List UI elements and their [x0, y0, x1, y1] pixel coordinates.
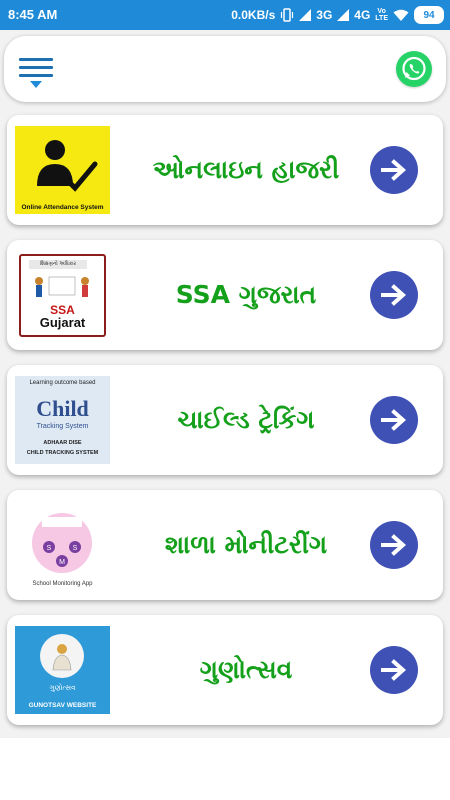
ssa-gujarat-thumbnail: શિક્ષણનો અધિકાર SSA Gujarat	[15, 251, 110, 339]
item-title: SSA ગુજરાત	[175, 280, 317, 309]
thumbnail-caption-2: GUNOTSAV WEBSITE	[28, 702, 97, 709]
list-item-school-monitoring[interactable]: S S M School Monitoring App શાળા મોનીટરી…	[7, 490, 443, 600]
thumbnail-caption-1: ગુણોત્સવ	[49, 684, 76, 692]
vibrate-icon	[281, 8, 294, 22]
signal-icon	[299, 9, 312, 21]
bottom-blank-area	[0, 738, 450, 800]
volte-label: Vo	[377, 8, 386, 15]
item-title: શાળા મોનીટરીંગ	[164, 530, 328, 559]
whatsapp-icon[interactable]	[396, 51, 432, 87]
list-item-gunotsav[interactable]: ગુણોત્સવ GUNOTSAV WEBSITE ગુણોત્સવ	[7, 615, 443, 725]
lte-label: LTE	[375, 15, 388, 22]
gunotsav-thumbnail: ગુણોત્સવ GUNOTSAV WEBSITE	[15, 626, 110, 714]
thumbnail-caption: Online Attendance System	[21, 204, 104, 211]
status-icons: 0.0KB/s 3G 4G Vo LTE 94	[231, 6, 444, 24]
arrow-right-icon[interactable]	[370, 396, 418, 444]
thumbnail-bottom-1: ADHAAR DISE	[43, 440, 82, 446]
school-monitoring-logo-icon: S S M	[32, 513, 92, 573]
school-monitoring-thumbnail: S S M School Monitoring App	[15, 501, 110, 589]
goddess-emblem-icon	[40, 634, 84, 678]
status-bar: 8:45 AM 0.0KB/s 3G 4G Vo LTE 94	[0, 0, 450, 30]
item-title: ઓનલાઇન હાજરી	[152, 155, 340, 184]
child-tracking-thumbnail: Learning outcome based Child Tracking Sy…	[15, 376, 110, 464]
network-type-3g: 3G	[316, 8, 333, 22]
item-title: ચાઈલ્ડ ટ્રેકિંગ	[177, 405, 315, 434]
battery-level: 94	[423, 9, 435, 21]
status-time: 8:45 AM	[8, 7, 58, 22]
svg-text:M: M	[59, 559, 65, 566]
attendance-person-icon	[37, 140, 98, 192]
battery-icon: 94	[414, 6, 444, 24]
svg-text:S: S	[47, 545, 52, 552]
wifi-icon	[393, 9, 409, 21]
list-item-online-attendance[interactable]: Online Attendance System ઓનલાઇન હાજરી	[7, 115, 443, 225]
signal-icon-2	[337, 9, 350, 21]
arrow-right-icon[interactable]	[370, 646, 418, 694]
thumbnail-bottom-2: CHILD TRACKING SYSTEM	[26, 450, 99, 456]
arrow-right-icon[interactable]	[370, 521, 418, 569]
online-attendance-thumbnail: Online Attendance System	[15, 126, 110, 214]
app-toolbar	[4, 36, 446, 102]
hamburger-menu-icon[interactable]	[19, 56, 55, 90]
arrow-right-icon[interactable]	[370, 271, 418, 319]
list-item-ssa-gujarat[interactable]: શિક્ષણનો અધિકાર SSA Gujarat SSA ગુજરાત	[7, 240, 443, 350]
svg-text:S: S	[73, 545, 78, 552]
thumbnail-caption: School Monitoring App	[32, 581, 93, 587]
network-speed: 0.0KB/s	[231, 8, 276, 22]
network-type-4g: 4G	[354, 8, 371, 22]
thumbnail-tracking: Tracking System	[36, 423, 89, 430]
list-item-child-tracking[interactable]: Learning outcome based Child Tracking Sy…	[7, 365, 443, 475]
arrow-right-icon[interactable]	[370, 146, 418, 194]
item-title: ગુણોત્સવ	[199, 655, 293, 684]
thumbnail-gujarat: Gujarat	[39, 315, 86, 330]
thumbnail-child: Child	[36, 396, 89, 421]
thumbnail-top-text: Learning outcome based	[29, 380, 96, 386]
volte-icon: Vo LTE	[375, 8, 388, 22]
